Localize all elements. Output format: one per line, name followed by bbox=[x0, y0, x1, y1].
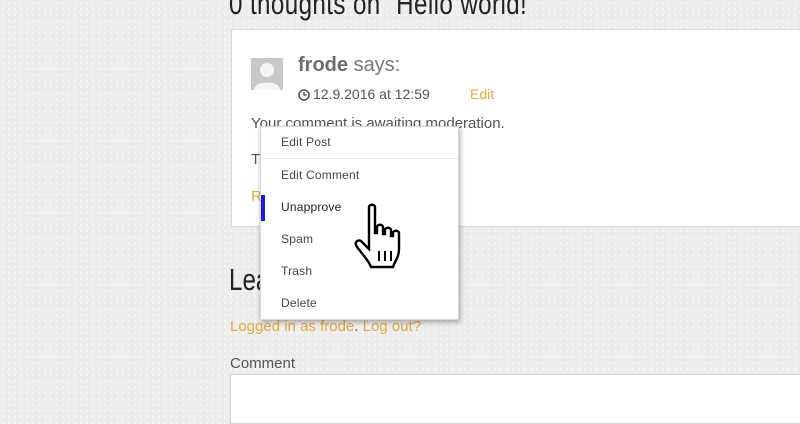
clock-icon bbox=[298, 88, 310, 104]
avatar-placeholder-icon bbox=[251, 58, 283, 90]
menu-item-spam[interactable]: Spam bbox=[281, 232, 313, 246]
comment-date[interactable]: 12.9.2016 at 12:59 bbox=[313, 86, 430, 102]
menu-item-edit-comment[interactable]: Edit Comment bbox=[281, 168, 359, 182]
comment-text: T bbox=[251, 151, 261, 168]
comment-field-label: Comment bbox=[230, 355, 296, 372]
comment-meta: 12.9.2016 at 12:59 bbox=[298, 86, 430, 104]
logout-link[interactable]: Log out? bbox=[363, 318, 421, 335]
comment-textarea[interactable] bbox=[230, 374, 800, 424]
author-line: frode says: bbox=[298, 54, 400, 77]
menu-item-delete[interactable]: Delete bbox=[281, 296, 317, 310]
menu-item-trash[interactable]: Trash bbox=[281, 264, 312, 278]
comment-author[interactable]: frode bbox=[298, 54, 348, 76]
menu-item-edit-post[interactable]: Edit Post bbox=[281, 135, 331, 149]
menu-item-unapprove[interactable]: Unapprove bbox=[281, 200, 342, 214]
menu-active-marker bbox=[261, 195, 265, 221]
avatar bbox=[251, 58, 283, 90]
comments-title: 0 thoughts on “Hello world!” bbox=[229, 0, 536, 21]
menu-divider bbox=[261, 158, 458, 159]
logged-in-link[interactable]: Logged in as frode bbox=[230, 318, 354, 335]
edit-comment-link[interactable]: Edit bbox=[470, 86, 494, 102]
says-label: says: bbox=[353, 54, 401, 76]
logged-in-line: Logged in as frode. Log out? bbox=[230, 318, 421, 335]
hand-pointer-cursor-icon bbox=[353, 203, 409, 276]
